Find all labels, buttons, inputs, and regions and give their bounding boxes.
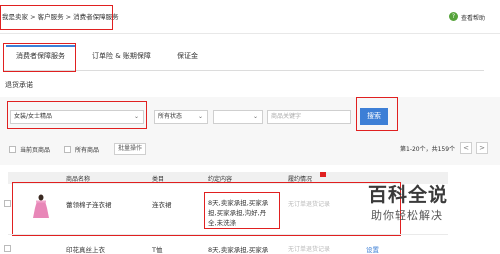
row-checkbox[interactable]	[4, 200, 11, 207]
product-category: 连衣裙	[152, 201, 172, 209]
keyword-input[interactable]: 商品关键字	[267, 110, 351, 124]
header-divider	[0, 33, 500, 34]
new-badge-icon	[320, 172, 326, 177]
search-highlight	[356, 97, 398, 131]
watermark-title: 百科全说	[368, 184, 449, 206]
product-name[interactable]: 蕾领棉子连衣裙	[66, 199, 112, 209]
performance-status: 无订单退货记录	[288, 201, 331, 208]
current-page-checkbox[interactable]	[9, 146, 16, 153]
pagination-info: 第1-20个，共159个	[400, 146, 456, 153]
help-icon[interactable]: ?	[449, 12, 458, 21]
watermark-subtitle: 助你轻松解决	[371, 209, 443, 222]
batch-action-button[interactable]: 批量操作	[114, 143, 147, 155]
section-title: 退货承诺	[5, 81, 33, 89]
terms-highlight	[204, 192, 280, 229]
status-select[interactable]: 所有状态 ⌄	[154, 110, 208, 124]
row-divider	[8, 234, 448, 235]
keyword-placeholder: 商品关键字	[271, 113, 302, 120]
performance-status: 无订单退货记录	[288, 246, 331, 253]
chevron-down-icon: ⌄	[197, 113, 203, 120]
all-items-label: 所有商品	[75, 147, 100, 154]
current-page-label: 当前页商品	[20, 147, 51, 154]
help-link[interactable]: 查看帮助	[461, 13, 485, 22]
next-page-button[interactable]: >	[476, 142, 488, 154]
row-checkbox[interactable]	[4, 245, 11, 252]
tab-deposit[interactable]: 保证金	[177, 51, 198, 61]
all-items-checkbox[interactable]	[64, 146, 71, 153]
status-select-value: 所有状态	[158, 113, 183, 120]
prev-page-button[interactable]: <	[460, 142, 472, 154]
tabs-divider	[4, 70, 484, 71]
tab-highlight	[3, 43, 76, 72]
chevron-down-icon: ⌄	[252, 113, 258, 120]
breadcrumb-highlight	[0, 5, 113, 30]
secondary-select[interactable]: ⌄	[213, 110, 263, 124]
product-thumbnail[interactable]	[30, 194, 52, 220]
tab-order-insurance[interactable]: 订单险 & 账期保障	[92, 51, 151, 61]
category-highlight	[7, 101, 147, 129]
